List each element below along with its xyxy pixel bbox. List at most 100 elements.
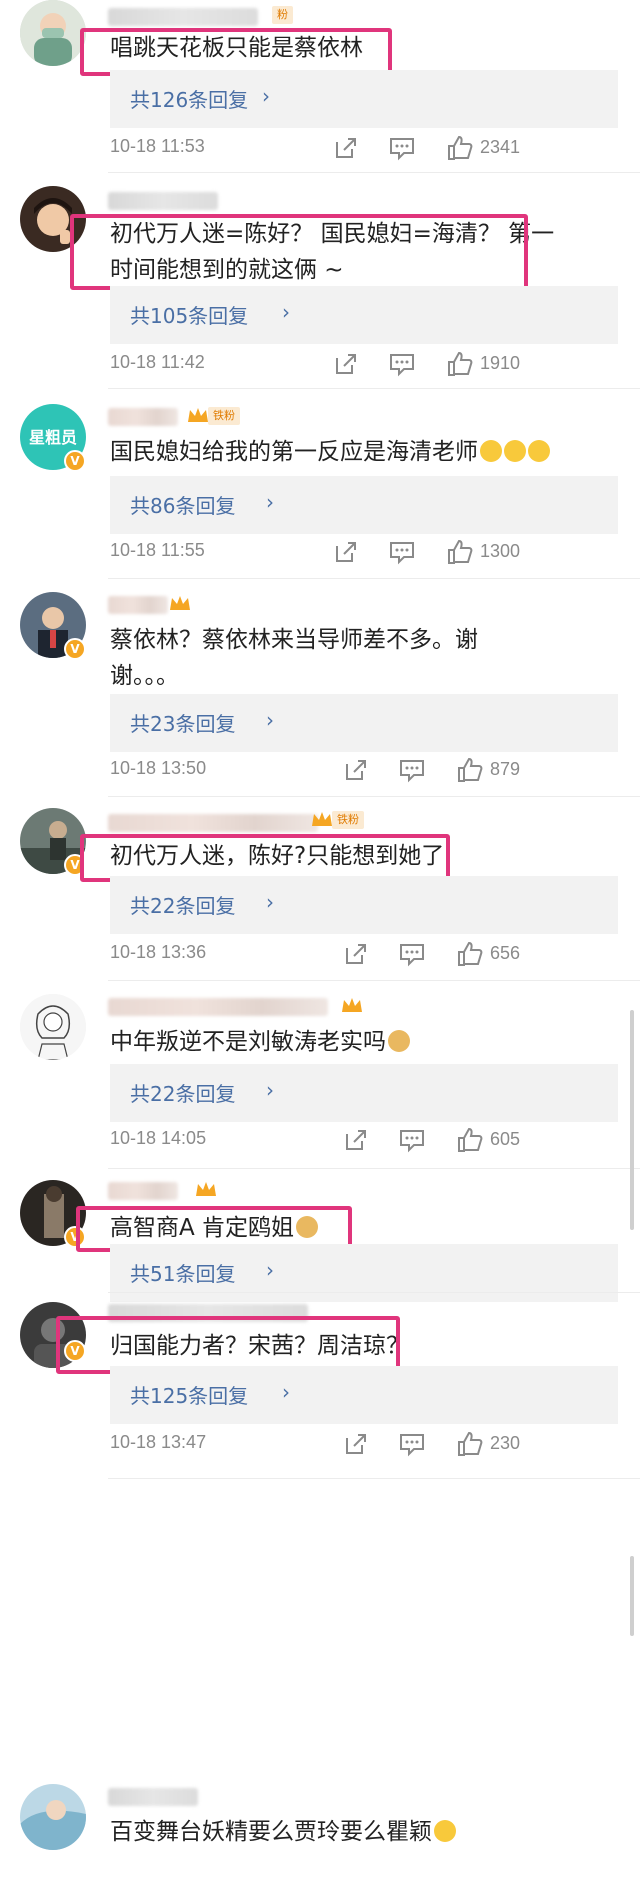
like-icon[interactable]	[456, 1430, 484, 1458]
username-blurred[interactable]	[108, 8, 258, 26]
chevron-right-icon: ›	[282, 300, 290, 324]
comment-meta: 10-18 13:47 230	[110, 1430, 620, 1460]
scrollbar[interactable]	[630, 1556, 634, 1636]
chevron-right-icon: ›	[266, 1258, 274, 1282]
fan-badge: 铁粉	[208, 407, 240, 425]
crown-icon	[188, 408, 208, 422]
username-blurred[interactable]	[108, 814, 318, 832]
like-icon[interactable]	[456, 1126, 484, 1154]
verified-icon: V	[64, 450, 86, 472]
laugh-cry-emoji	[480, 440, 502, 462]
share-icon[interactable]	[342, 756, 370, 784]
avatar[interactable]	[20, 994, 86, 1060]
chevron-right-icon: ›	[266, 490, 274, 514]
comment-text-content: 国民媳妇给我的第一反应是海清老师	[110, 439, 478, 465]
crown-icon	[312, 812, 332, 826]
avatar[interactable]	[20, 1784, 86, 1850]
reply-summary[interactable]: 共86条回复 ›	[110, 476, 618, 534]
reply-count: 共23条回复	[130, 712, 236, 736]
doge-emoji	[388, 1030, 410, 1052]
share-icon[interactable]	[332, 538, 360, 566]
verified-icon: V	[64, 638, 86, 660]
reply-count: 共22条回复	[130, 1082, 236, 1106]
timestamp: 10-18 14:05	[110, 1128, 207, 1148]
divider	[108, 796, 640, 797]
reply-summary[interactable]: 共105条回复 ›	[110, 286, 618, 344]
like-icon[interactable]	[446, 538, 474, 566]
username-blurred[interactable]	[108, 998, 328, 1016]
reply-count: 共125条回复	[130, 1384, 249, 1408]
comment-text: 中年叛逆不是刘敏涛老实吗	[110, 1024, 620, 1060]
crown-icon	[170, 596, 190, 610]
like-icon[interactable]	[456, 756, 484, 784]
reply-summary[interactable]: 共126条回复 ›	[110, 70, 618, 128]
comment-meta: 10-18 13:50 879	[110, 756, 620, 786]
comment-icon[interactable]	[388, 134, 416, 162]
reply-count: 共126条回复	[130, 88, 249, 112]
comment-icon[interactable]	[398, 940, 426, 968]
reply-count: 共105条回复	[130, 304, 249, 328]
fan-badge: 铁粉	[332, 811, 364, 829]
comment-icon[interactable]	[398, 1126, 426, 1154]
laugh-cry-emoji	[504, 440, 526, 462]
reply-count: 共51条回复	[130, 1262, 236, 1286]
reply-summary[interactable]: 共23条回复 ›	[110, 694, 618, 752]
share-icon[interactable]	[342, 1126, 370, 1154]
comment-text-content: 中年叛逆不是刘敏涛老实吗	[110, 1029, 386, 1055]
comment-icon[interactable]	[388, 350, 416, 378]
share-icon[interactable]	[332, 134, 360, 162]
reply-count: 共22条回复	[130, 894, 236, 918]
comment-meta: 10-18 13:36 656	[110, 940, 620, 970]
comment-meta: 10-18 14:05 605	[110, 1126, 620, 1156]
highlight-box	[80, 834, 450, 882]
reply-summary[interactable]: 共51条回复 ›	[110, 1244, 618, 1302]
comment-text: 百变舞台妖精要么贾玲要么瞿颖	[110, 1814, 620, 1850]
like-icon[interactable]	[446, 350, 474, 378]
reply-summary[interactable]: 共125条回复 ›	[110, 1366, 618, 1424]
username-blurred[interactable]	[108, 1788, 198, 1806]
like-icon[interactable]	[446, 134, 474, 162]
comment-text-line: 谢。。。	[110, 663, 179, 689]
divider	[108, 1292, 640, 1293]
username-blurred[interactable]	[108, 596, 168, 614]
crown-icon	[196, 1182, 216, 1196]
laugh-cry-emoji	[434, 1820, 456, 1842]
like-count: 605	[490, 1129, 521, 1149]
chevron-right-icon: ›	[262, 84, 270, 108]
like-count: 1910	[480, 353, 521, 373]
reply-summary[interactable]: 共22条回复 ›	[110, 876, 618, 934]
fan-badge: 粉	[272, 6, 293, 24]
reply-summary[interactable]: 共22条回复 ›	[110, 1064, 618, 1122]
share-icon[interactable]	[342, 1430, 370, 1458]
laugh-cry-emoji	[528, 440, 550, 462]
comment-text-content: 百变舞台妖精要么贾玲要么瞿颖	[110, 1819, 432, 1845]
share-icon[interactable]	[342, 940, 370, 968]
scrollbar[interactable]	[630, 1010, 634, 1230]
username-blurred[interactable]	[108, 408, 178, 426]
comment-text-line: 蔡依林？蔡依林来当导师差不多。谢	[110, 627, 478, 653]
username-blurred[interactable]	[108, 1182, 178, 1200]
divider	[108, 578, 640, 579]
share-icon[interactable]	[332, 350, 360, 378]
highlight-box	[70, 214, 528, 290]
like-count: 1300	[480, 541, 521, 561]
reply-count: 共86条回复	[130, 494, 236, 518]
like-count: 230	[490, 1433, 521, 1453]
username-blurred[interactable]	[108, 192, 218, 210]
comment-icon[interactable]	[398, 1430, 426, 1458]
divider	[108, 172, 640, 173]
highlight-box	[80, 28, 392, 76]
chevron-right-icon: ›	[266, 1078, 274, 1102]
chevron-right-icon: ›	[266, 890, 274, 914]
comment-meta: 10-18 11:55 1300	[110, 538, 620, 568]
comment-icon[interactable]	[388, 538, 416, 566]
timestamp: 10-18 11:55	[110, 540, 205, 560]
comment-icon[interactable]	[398, 756, 426, 784]
timestamp: 10-18 13:36	[110, 942, 207, 962]
comment-meta: 10-18 11:53 2341	[110, 134, 620, 164]
divider	[108, 1168, 640, 1169]
like-icon[interactable]	[456, 940, 484, 968]
avatar[interactable]	[20, 0, 86, 66]
timestamp: 10-18 13:47	[110, 1432, 207, 1452]
comment-meta: 10-18 11:42 1910	[110, 350, 620, 380]
